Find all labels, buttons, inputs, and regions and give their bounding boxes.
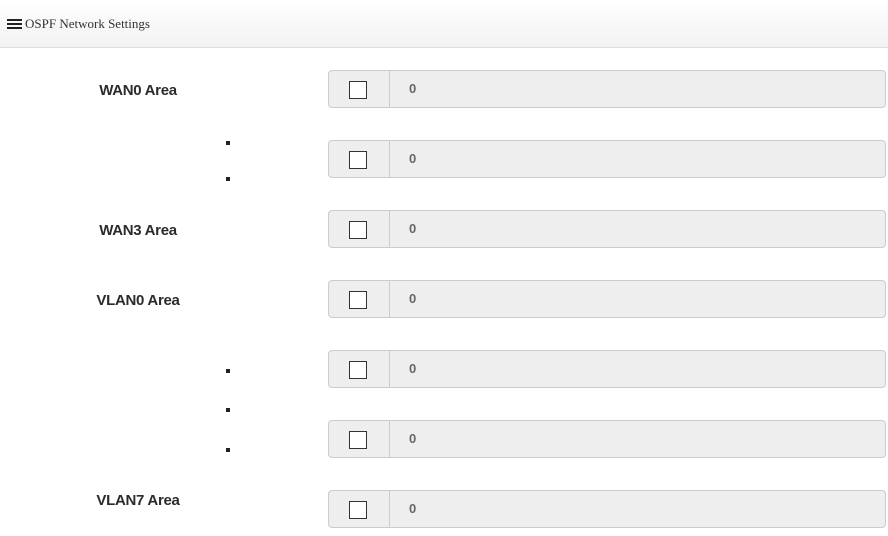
ellipsis-dot	[226, 141, 230, 145]
vlan7-area-checkbox[interactable]	[349, 501, 367, 519]
wan0-area-input[interactable]: 0	[389, 70, 886, 108]
checkbox-addon	[328, 490, 390, 528]
vlan0-area-input[interactable]: 0	[389, 280, 886, 318]
checkbox-addon	[328, 140, 390, 178]
panel-header: OSPF Network Settings	[0, 0, 888, 48]
wan0-area-label: WAN0 Area	[99, 82, 177, 99]
vlan0-area-field: 0	[328, 280, 886, 318]
wan3-area-input[interactable]: 0	[389, 210, 886, 248]
checkbox-addon	[328, 70, 390, 108]
vlan-area-checkbox[interactable]	[349, 431, 367, 449]
wan0-area-checkbox[interactable]	[349, 81, 367, 99]
vlan0-area-checkbox[interactable]	[349, 291, 367, 309]
ellipsis-dot	[226, 369, 230, 373]
ellipsis-dot	[226, 408, 230, 412]
checkbox-addon	[328, 280, 390, 318]
wan0-area-field: 0	[328, 70, 886, 108]
wan-area-input[interactable]: 0	[389, 140, 886, 178]
checkbox-addon	[328, 210, 390, 248]
vlan-area-input[interactable]: 0	[389, 350, 886, 388]
wan3-area-field: 0	[328, 210, 886, 248]
wan3-area-checkbox[interactable]	[349, 221, 367, 239]
wan-area-field: 0	[328, 140, 886, 178]
list-icon	[7, 18, 22, 29]
vlan-area-field: 0	[328, 420, 886, 458]
wan3-area-label: WAN3 Area	[99, 222, 177, 239]
checkbox-addon	[328, 420, 390, 458]
vlan7-area-input[interactable]: 0	[389, 490, 886, 528]
panel-title: OSPF Network Settings	[25, 15, 150, 31]
checkbox-addon	[328, 350, 390, 388]
vlan7-area-field: 0	[328, 490, 886, 528]
vlan-area-checkbox[interactable]	[349, 361, 367, 379]
vlan0-area-label: VLAN0 Area	[96, 292, 180, 309]
ellipsis-dot	[226, 177, 230, 181]
vlan7-area-label: VLAN7 Area	[96, 492, 180, 509]
vlan-area-field: 0	[328, 350, 886, 388]
ellipsis-dot	[226, 448, 230, 452]
vlan-area-input[interactable]: 0	[389, 420, 886, 458]
wan-area-checkbox[interactable]	[349, 151, 367, 169]
